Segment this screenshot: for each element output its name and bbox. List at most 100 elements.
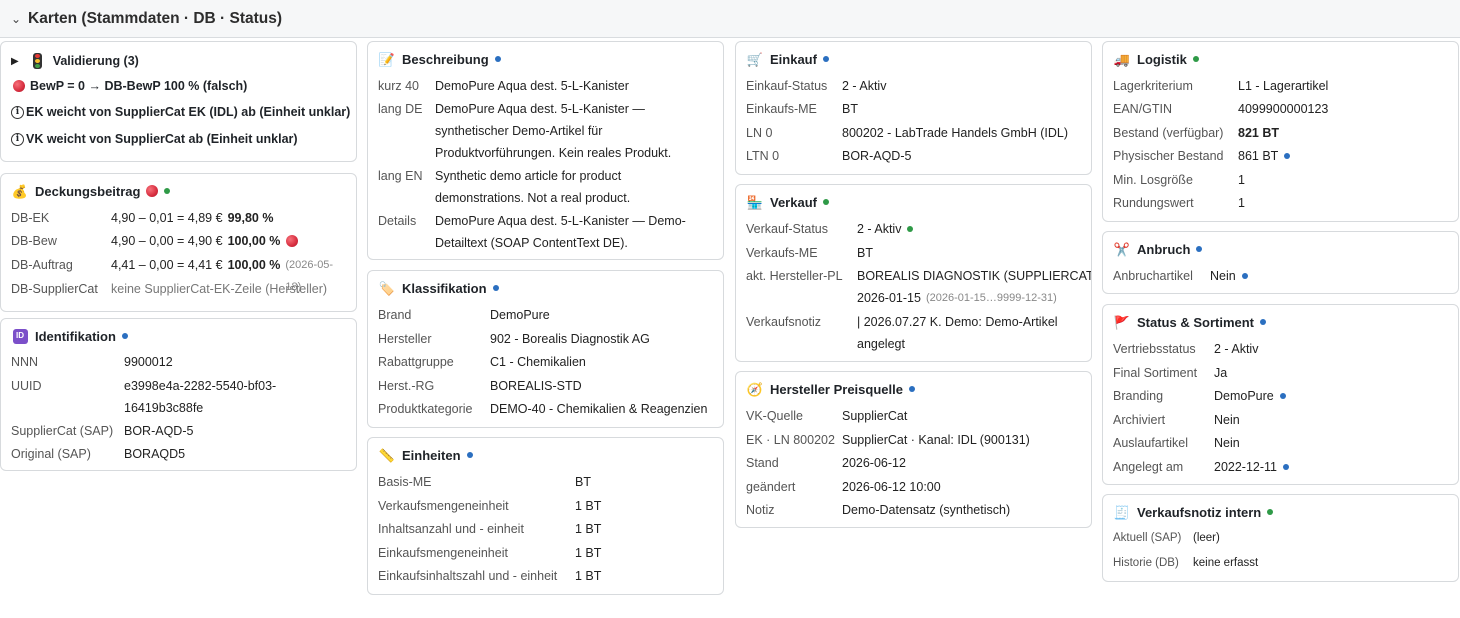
status-dot <box>1260 319 1267 325</box>
red-circle-icon <box>286 235 299 247</box>
row-label: kurz 40 <box>378 79 419 93</box>
row-value: 2 - Aktiv <box>857 222 902 236</box>
status-dot <box>494 56 501 62</box>
row-label: lang EN <box>378 169 423 183</box>
row-value: 16419b3c88fe <box>124 401 204 415</box>
triangle-right-icon[interactable]: ▶ <box>11 56 19 67</box>
row-value: DemoPure <box>490 308 550 322</box>
status-dot <box>492 285 499 291</box>
hersteller-preisquelle-card: 🧭 Hersteller Preisquelle VK-Quelle Suppli… <box>735 371 1092 528</box>
validation-title: Validierung (3) <box>52 54 139 68</box>
row-value: 2022-12-11 <box>1214 460 1278 474</box>
kv-row: Einkaufsinhaltszahl und - einheit 1 BT <box>378 565 715 587</box>
row-value: keine SupplierCat-EK-Zeile (Hersteller) <box>111 282 328 296</box>
identifikation-card: ID Identifikation NNN 9900012 UUID e3998e4… <box>0 318 357 471</box>
row-value: demonstrations. Not a real product. <box>435 191 631 205</box>
verkauf-card: 🏪 Verkauf Verkauf-Status 2 - Aktiv Verkau… <box>735 184 1092 362</box>
row-label: Hersteller <box>378 332 432 346</box>
row-label: Vertriebsstatus <box>1113 342 1196 356</box>
row-label: Original (SAP) <box>11 447 91 461</box>
kv-row: Vertriebsstatus 2 - Aktiv <box>1113 338 1450 360</box>
validation-item: i EK weicht von SupplierCat EK (IDL) ab … <box>11 105 350 119</box>
row-value: Nein <box>1214 436 1240 450</box>
kv-row-cont: Detailtext (SOAP ContentText DE). <box>378 232 715 254</box>
kv-row-cont: angelegt <box>746 333 1083 355</box>
kv-row: Einkauf-Status 2 - Aktiv <box>746 75 1083 97</box>
kv-row: VK-Quelle SupplierCat <box>746 405 1083 427</box>
row-value: 861 BT <box>1238 149 1279 163</box>
row-value: Synthetic demo article for product <box>435 169 622 183</box>
row-value: DemoPure Aqua dest. 5-L-Kanister <box>435 79 629 93</box>
row-value: 821 BT <box>1238 126 1279 140</box>
row-label: NNN <box>11 355 39 369</box>
card-title-text: Verkauf <box>770 194 817 210</box>
anbruch-card: ✂️ Anbruch Anbruchartikel Nein <box>1102 231 1459 294</box>
kv-row: Archiviert Nein <box>1113 409 1450 431</box>
row-value: e3998e4a-2282-5540-bf03- <box>124 379 277 393</box>
row-value: 1 BT <box>575 546 602 560</box>
kv-row: Basis-ME BT <box>378 471 715 493</box>
row-value: synthetischer Demo-Artikel für <box>435 124 603 138</box>
kv-row: Branding DemoPure <box>1113 385 1450 407</box>
chevron-down-icon[interactable]: ⌄ <box>6 12 26 26</box>
kv-row: Bestand (verfügbar) 821 BT <box>1113 122 1450 144</box>
traffic-light-icon <box>29 53 47 69</box>
row-value: 9900012 <box>124 355 173 369</box>
kv-row: Anbruchartikel Nein <box>1113 265 1450 287</box>
kv-row: Inhaltsanzahl und - einheit 1 BT <box>378 518 715 540</box>
row-label: akt. Hersteller-PL <box>746 269 843 283</box>
row-label: Einkauf-Status <box>746 79 828 93</box>
kv-row-cont: Produktvorführungen. Kein reales Produkt… <box>378 142 715 164</box>
row-label: Verkaufsnotiz <box>746 315 822 329</box>
memo-icon: 📝 <box>378 51 396 67</box>
row-label: Produktkategorie <box>378 402 473 416</box>
card-title: 💰 Deckungsbeitrag <box>11 183 171 199</box>
row-label: Verkaufs-ME <box>746 246 818 260</box>
compass-icon: 🧭 <box>746 381 764 397</box>
kv-row: Angelegt am 2022-12-11 <box>1113 456 1450 478</box>
validation-text: VK weicht von SupplierCat ab (Einheit un… <box>26 132 298 146</box>
cards-section-header[interactable]: ⌄ Karten (Stammdaten · DB · Status) <box>0 0 1460 38</box>
kv-row: EAN/GTIN 4099900000123 <box>1113 98 1450 120</box>
status-dot <box>466 452 473 458</box>
row-value: 1 BT <box>575 522 602 536</box>
row-value: | 2026.07.27 K. Demo: Demo-Artikel <box>857 315 1058 329</box>
kv-row: Herst.-RG BOREALIS-STD <box>378 375 715 397</box>
kv-row: LTN 0 BOR-AQD-5 <box>746 145 1083 167</box>
row-value: C1 - Chemikalien <box>490 355 586 369</box>
ruler-icon: 📏 <box>378 447 396 463</box>
store-icon: 🏪 <box>746 194 764 210</box>
flag-icon: 🚩 <box>1113 314 1131 330</box>
deckungsbeitrag-card: 💰 Deckungsbeitrag DB-EK 4,90 – 0,01 = 4,… <box>0 173 357 312</box>
scissors-icon: ✂️ <box>1113 241 1131 257</box>
validation-toggle[interactable]: ▶ Validierung (3) <box>11 53 139 69</box>
row-label: Details <box>378 214 417 228</box>
kv-row: Final Sortiment Ja <box>1113 362 1450 384</box>
info-icon: i <box>11 132 24 146</box>
status-dot <box>907 226 914 232</box>
row-label: Einkaufsinhaltszahl und - einheit <box>378 569 558 583</box>
status-dot <box>1283 464 1290 470</box>
status-dot <box>1284 153 1291 159</box>
row-label: Herst.-RG <box>378 379 435 393</box>
kv-row: Details DemoPure Aqua dest. 5-L-Kanister … <box>378 210 715 232</box>
kv-row-cont: synthetischer Demo-Artikel für <box>378 120 715 142</box>
row-label: Bestand (verfügbar) <box>1113 126 1224 140</box>
kv-row: Historie (DB) keine erfasst <box>1113 552 1450 574</box>
kv-row: Verkauf-Status 2 - Aktiv <box>746 218 1083 240</box>
percent-badge: 100,00 % <box>227 234 281 248</box>
row-label: Verkaufsmengeneinheit <box>378 499 509 513</box>
row-label: Branding <box>1113 389 1164 403</box>
klassifikation-card: 🏷️ Klassifikation Brand DemoPure Herstell… <box>367 270 724 428</box>
row-label: Einkaufsmengeneinheit <box>378 546 508 560</box>
card-title-text: Beschreibung <box>402 51 489 67</box>
status-dot <box>822 56 829 62</box>
row-value: 4,90 – 0,01 = 4,89 € <box>111 211 223 225</box>
row-value: 1 <box>1238 196 1245 210</box>
section-title: Karten (Stammdaten · DB · Status) <box>28 9 283 27</box>
card-title-text: Hersteller Preisquelle <box>770 381 903 397</box>
row-label: Rabattgruppe <box>378 355 454 369</box>
card-title: 📝 Beschreibung <box>378 51 501 67</box>
einheiten-card: 📏 Einheiten Basis-ME BT Verkaufsmengenein… <box>367 437 724 595</box>
row-value: 1 BT <box>575 499 602 513</box>
